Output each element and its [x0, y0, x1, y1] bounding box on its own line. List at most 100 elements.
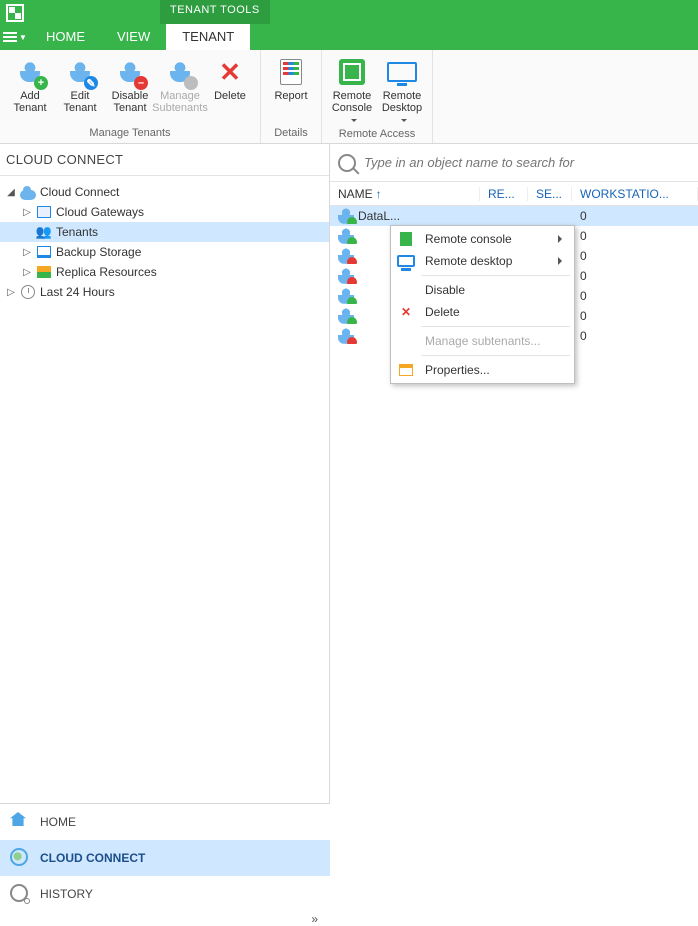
remote-console-icon	[339, 59, 365, 85]
contextual-tools-tab: TENANT TOOLS	[160, 0, 270, 24]
column-header-se[interactable]: SE...	[528, 187, 572, 201]
cell-workstations: 0	[572, 269, 698, 283]
report-icon	[280, 59, 302, 85]
ribbon-group-label: Manage Tenants	[0, 125, 260, 143]
menu-tab-tenant[interactable]: TENANT	[166, 24, 250, 50]
column-header-name[interactable]: NAME↑	[330, 187, 480, 201]
store-icon	[36, 244, 52, 260]
collapse-icon[interactable]: ◢	[6, 187, 16, 198]
tenant-icon	[338, 248, 354, 264]
cell-workstations: 0	[572, 329, 698, 343]
nav-more-button[interactable]: »	[0, 912, 330, 920]
tree-label: Replica Resources	[56, 265, 157, 279]
expand-icon[interactable]: ▷	[6, 287, 16, 298]
properties-icon	[399, 364, 413, 376]
table-row[interactable]: DataL... 0	[330, 206, 698, 226]
ctx-remote-console[interactable]: Remote console	[391, 228, 574, 250]
ctx-label: Remote console	[425, 232, 512, 246]
disable-tenant-button[interactable]: –Disable Tenant	[106, 54, 154, 114]
menu-tab-home[interactable]: HOME	[30, 24, 101, 50]
cell-workstations: 0	[572, 229, 698, 243]
remote-console-icon	[398, 231, 414, 247]
tree-node-backup-storage[interactable]: ▷ Backup Storage	[0, 242, 329, 262]
tree-node-tenants[interactable]: 👥Tenants	[0, 222, 329, 242]
ctx-remote-desktop[interactable]: Remote desktop	[391, 250, 574, 272]
tree-label: Tenants	[56, 225, 98, 239]
hist-icon	[10, 884, 30, 904]
remote-desktop-icon	[397, 255, 415, 267]
nav-label: HOME	[40, 815, 76, 829]
edit-tenant-button[interactable]: ✎Edit Tenant	[56, 54, 104, 114]
left-panel-title: CLOUD CONNECT	[0, 144, 329, 176]
tenant-icon	[338, 268, 354, 284]
tenant-icon	[338, 208, 354, 224]
add-tenant-button[interactable]: +Add Tenant	[6, 54, 54, 114]
rep-icon	[36, 264, 52, 280]
ctx-label: Remote desktop	[425, 254, 512, 268]
cell-workstations: 0	[572, 249, 698, 263]
app-menu-button[interactable]: ▼	[0, 24, 30, 50]
tree-label: Cloud Connect	[40, 185, 119, 199]
tree-label: Backup Storage	[56, 245, 141, 259]
tree-label: Last 24 Hours	[40, 285, 115, 299]
search-icon	[338, 154, 356, 172]
expand-icon[interactable]: ▷	[22, 207, 32, 218]
ribbon: +Add Tenant✎Edit Tenant–Disable TenantMa…	[0, 50, 698, 144]
tenant-icon	[338, 308, 354, 324]
ctx-label: Manage subtenants...	[425, 334, 540, 348]
nav-picker: HOMECLOUD CONNECTHISTORY»	[0, 803, 330, 915]
tree-node-replica-resources[interactable]: ▷ Replica Resources	[0, 262, 329, 282]
ctx-manage-subtenants: Manage subtenants...	[391, 330, 574, 352]
tree-node-cloud-connect[interactable]: ◢ Cloud Connect	[0, 182, 329, 202]
search-bar	[330, 144, 698, 182]
column-header-ws[interactable]: WORKSTATIO...	[572, 187, 698, 201]
nav-history[interactable]: HISTORY	[0, 876, 330, 912]
cell-name: DataL...	[358, 209, 400, 223]
remote-desktop-icon	[387, 62, 417, 82]
ctx-label: Disable	[425, 283, 465, 297]
delete-icon: ✕	[219, 57, 241, 88]
ctx-label: Delete	[425, 305, 460, 319]
home-icon	[10, 812, 30, 832]
nav-tree: ◢ Cloud Connect ▷ Cloud Gateways 👥Tenants ▷ Ba…	[0, 176, 329, 803]
ctx-properties[interactable]: Properties...	[391, 359, 574, 381]
expand-icon[interactable]: ▷	[22, 267, 32, 278]
remote-console-button[interactable]: Remote Console	[328, 54, 376, 126]
context-menu: Remote console Remote desktop Disable ✕Dele…	[390, 225, 575, 384]
gw-icon	[36, 204, 52, 220]
left-panel: CLOUD CONNECT ◢ Cloud Connect ▷ Cloud Gatew…	[0, 144, 330, 803]
grid-header: NAME↑RE...SE...WORKSTATIO...	[330, 182, 698, 206]
tree-label: Cloud Gateways	[56, 205, 144, 219]
report-button[interactable]: Report	[267, 54, 315, 102]
cloud-icon	[20, 184, 36, 200]
ctx-delete[interactable]: ✕Delete	[391, 301, 574, 323]
cell-workstations: 0	[572, 309, 698, 323]
sort-asc-icon: ↑	[376, 187, 382, 201]
app-icon	[6, 4, 24, 22]
main-menu: ▼ HOMEVIEWTENANT	[0, 24, 698, 50]
nav-cloud-connect[interactable]: CLOUD CONNECT	[0, 840, 330, 876]
manage-subtenants-button: Manage Subtenants	[156, 54, 204, 114]
delete-button[interactable]: ✕Delete	[206, 54, 254, 102]
tree-node-last-24-hours[interactable]: ▷ Last 24 Hours	[0, 282, 329, 302]
menu-tab-view[interactable]: VIEW	[101, 24, 166, 50]
titlebar: TENANT TOOLS ▼ HOMEVIEWTENANT	[0, 0, 698, 50]
menu-separator	[421, 355, 570, 356]
nav-home[interactable]: HOME	[0, 804, 330, 840]
search-input[interactable]	[364, 155, 690, 170]
tree-node-cloud-gateways[interactable]: ▷ Cloud Gateways	[0, 202, 329, 222]
ribbon-group-label: Remote Access	[322, 126, 432, 144]
menu-separator	[421, 275, 570, 276]
column-header-re[interactable]: RE...	[480, 187, 528, 201]
ribbon-group-label: Details	[261, 125, 321, 143]
ctx-disable[interactable]: Disable	[391, 279, 574, 301]
nav-label: CLOUD CONNECT	[40, 851, 145, 865]
cell-workstations: 0	[572, 209, 698, 223]
ctx-label: Properties...	[425, 363, 490, 377]
cell-workstations: 0	[572, 289, 698, 303]
tenant-icon	[338, 228, 354, 244]
tenant-icon	[338, 328, 354, 344]
tenant-icon	[338, 288, 354, 304]
expand-icon[interactable]: ▷	[22, 247, 32, 258]
remote-desktop-button[interactable]: Remote Desktop	[378, 54, 426, 126]
